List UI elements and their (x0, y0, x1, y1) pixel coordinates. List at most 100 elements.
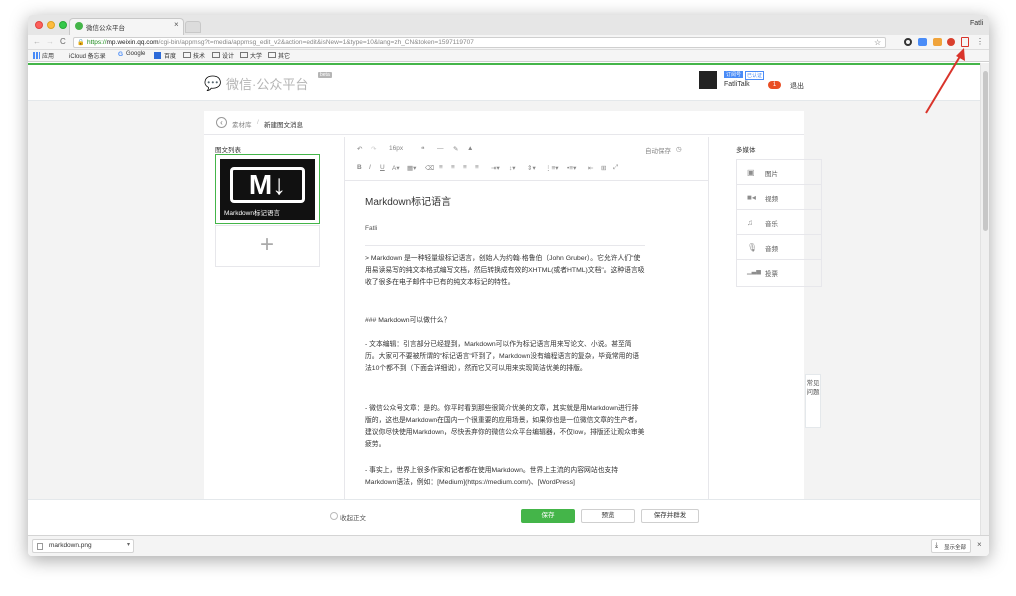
media-video-button[interactable]: ■◂ 视频 (737, 185, 821, 210)
bookmark-star-icon[interactable]: ☆ (874, 38, 881, 47)
bookmark-folder[interactable]: 其它 (278, 51, 290, 60)
undo-icon[interactable]: ↶ (357, 145, 362, 153)
align-right-icon[interactable]: ≡ (463, 164, 467, 171)
save-and-send-button[interactable]: 保存并群发 (641, 509, 699, 523)
clear-format-icon[interactable]: ⌫ (425, 164, 434, 172)
breadcrumb: ‹ 素材库 / 新建图文消息 (204, 111, 804, 135)
font-size-select[interactable]: 16px (389, 145, 403, 152)
reload-icon[interactable]: C (60, 37, 66, 46)
folder-icon (240, 52, 248, 58)
redo-icon[interactable]: ↷ (371, 145, 376, 153)
divider-icon[interactable]: — (437, 145, 444, 152)
bookmark-folder[interactable]: 设计 (222, 51, 234, 60)
add-article-button[interactable]: + (215, 225, 320, 267)
brush-icon[interactable]: ✎ (453, 145, 458, 153)
media-image-button[interactable]: ▣ 图片 (737, 160, 821, 185)
baidu-icon (154, 52, 161, 59)
close-window-button[interactable] (35, 21, 43, 29)
folder-icon (183, 52, 191, 58)
tab-close-icon[interactable]: × (174, 20, 179, 29)
article-cover-caption: Markdown标记语言 (224, 210, 280, 217)
bookmark-item[interactable]: iCloud 备忘录 (69, 51, 106, 60)
paragraph[interactable]: - 事实上，世界上很多作家和记者都在使用Markdown。世界上主流的内容网站也… (365, 465, 645, 489)
background-color-icon[interactable]: ▦▾ (407, 164, 416, 172)
bookmarks-bar: 应用 iCloud 备忘录 G Google 百度 技术 设计 大学 其它 (28, 50, 989, 62)
align-center-icon[interactable]: ≡ (451, 164, 455, 171)
notification-badge[interactable]: 1 (768, 81, 781, 89)
breadcrumb-parent[interactable]: 素材库 (232, 119, 252, 129)
media-audio-button[interactable]: 🎙 音频 (737, 235, 821, 260)
ordered-list-icon[interactable]: ⋮≡▾ (545, 164, 559, 172)
media-panel: ▣ 图片 ■◂ 视频 ♫ 音乐 🎙 音频 ▁▃▅ 投票 (736, 159, 822, 287)
site-logo-text[interactable]: 微信·公众平台 (226, 74, 308, 93)
article-card[interactable]: M↓ Markdown标记语言 (215, 154, 320, 224)
back-icon[interactable]: ← (33, 37, 41, 46)
unordered-list-icon[interactable]: •≡▾ (567, 164, 576, 172)
address-bar[interactable]: 🔒 https://mp.weixin.qq.com/cgi-bin/appms… (73, 37, 886, 48)
extension-circle-icon[interactable] (904, 38, 912, 46)
bold-icon[interactable]: B (357, 164, 362, 171)
logout-link[interactable]: 退出 (790, 81, 804, 91)
article-author-field[interactable]: Fatli (365, 225, 377, 232)
page-scrollbar[interactable] (980, 63, 989, 535)
collapse-icon[interactable] (330, 512, 338, 520)
italic-icon[interactable]: I (369, 164, 371, 171)
bookmark-item[interactable]: 百度 (164, 51, 176, 60)
table-icon[interactable]: ⊞ (601, 164, 606, 172)
fullscreen-icon[interactable]: ⤢ (613, 164, 618, 172)
bookmark-item[interactable]: Google (126, 51, 145, 57)
paragraph[interactable]: > Markdown 是一种轻量级标记语言，创始人为约翰·格鲁伯（John Gr… (365, 253, 645, 289)
collapse-content-link[interactable]: 收起正文 (340, 512, 366, 522)
underline-icon[interactable]: U (380, 164, 385, 171)
faq-side-tab[interactable]: 常见问题 (805, 374, 821, 428)
image-icon[interactable]: ▲ (467, 145, 473, 152)
new-tab-button[interactable] (185, 21, 201, 33)
profile-name[interactable]: Fatli (970, 20, 983, 27)
bookmark-folder[interactable]: 大学 (250, 51, 262, 60)
clock-icon: ◷ (676, 146, 682, 153)
media-vote-button[interactable]: ▁▃▅ 投票 (737, 260, 821, 285)
wechat-favicon-icon (75, 22, 83, 30)
align-left-icon[interactable]: ≡ (439, 164, 443, 171)
media-music-button[interactable]: ♫ 音乐 (737, 210, 821, 235)
chevron-down-icon[interactable]: ▾ (127, 541, 130, 548)
paragraph[interactable]: - 微信公众号文章：是的。你平时看到那些很简介优美的文章，其实就是用Markdo… (365, 403, 645, 451)
menu-icon[interactable]: ⋮ (976, 37, 984, 46)
font-color-icon[interactable]: A▾ (392, 164, 400, 172)
scrollbar-thumb[interactable] (983, 71, 988, 231)
back-circle-icon[interactable]: ‹ (216, 117, 227, 128)
download-icon: ⤓ (935, 542, 939, 549)
verified-badge: 已认证 (745, 71, 765, 80)
video-icon: ■◂ (747, 193, 756, 202)
save-button[interactable]: 保存 (521, 509, 575, 523)
breadcrumb-current: 新建图文消息 (264, 122, 303, 129)
align-justify-icon[interactable]: ≡ (475, 164, 479, 171)
avatar[interactable] (699, 71, 717, 89)
outdent-icon[interactable]: ⇤ (588, 164, 593, 172)
tab-title: 微信公众平台 (86, 25, 125, 32)
minimize-window-button[interactable] (47, 21, 55, 29)
bookmark-item[interactable]: 应用 (42, 51, 54, 60)
site-header: 💬 微信·公众平台 beta 订阅号 已认证 FatliTalk 1 退出 (28, 63, 980, 101)
preview-button[interactable]: 预览 (581, 509, 635, 523)
autosave-label: 自动保存 (645, 148, 671, 155)
image-icon: ▣ (747, 168, 755, 177)
zoom-window-button[interactable] (59, 21, 67, 29)
account-name[interactable]: FatliTalk (724, 81, 750, 88)
markdown-logo-icon: M↓ (230, 167, 305, 203)
paragraph[interactable]: - 文本编辑：引言部分已经提到，Markdown可以作为标记语言用来写论文、小说… (365, 339, 645, 375)
indent-icon[interactable]: ⇥▾ (491, 164, 500, 172)
forward-icon[interactable]: → (46, 37, 54, 46)
microphone-icon: 🎙 (747, 243, 758, 252)
show-all-button[interactable]: ⤓ 显示全部 (931, 539, 971, 553)
tab-wechat[interactable]: 微信公众平台 × (69, 18, 184, 35)
line-height-icon[interactable]: ↕▾ (509, 164, 516, 172)
paragraph[interactable]: ### Markdown可以做什么？ (365, 315, 645, 327)
quote-icon[interactable]: ❝ (421, 145, 425, 153)
media-panel-title: 多媒体 (736, 147, 756, 154)
spacing-icon[interactable]: ⇕▾ (527, 164, 536, 172)
close-downloads-icon[interactable]: × (977, 540, 982, 549)
download-item[interactable]: markdown.png ▾ (32, 539, 134, 553)
bookmark-folder[interactable]: 技术 (193, 51, 205, 60)
article-title-field[interactable]: Markdown标记语言 (365, 193, 451, 208)
